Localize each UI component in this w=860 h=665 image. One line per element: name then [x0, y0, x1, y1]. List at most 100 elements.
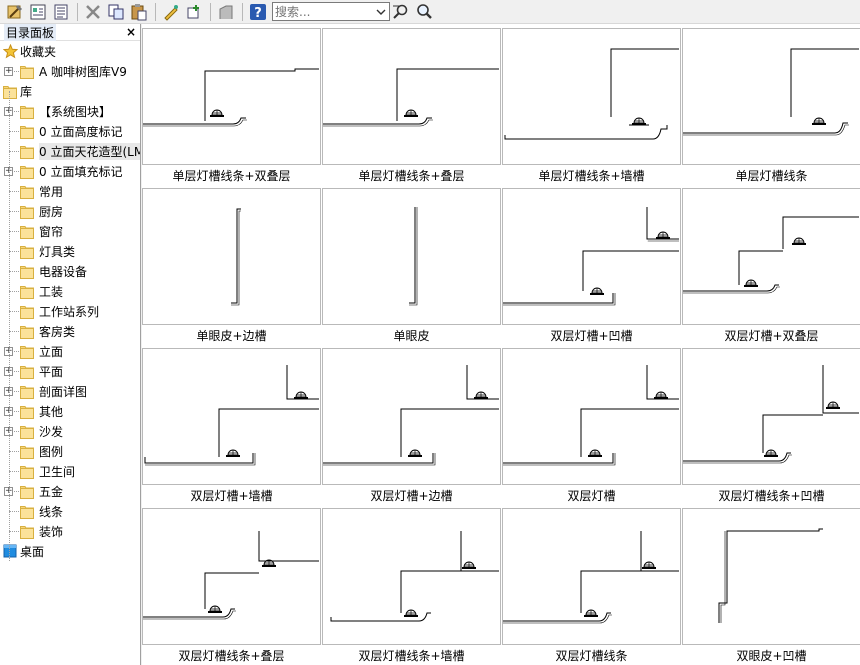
- tree-connector: [9, 251, 19, 252]
- block-caption: 双眼皮+凹槽: [736, 649, 807, 663]
- cad-section-drawing: [330, 531, 499, 622]
- tree-item-label: 客房类: [39, 324, 76, 339]
- tree-item[interactable]: 线条: [0, 501, 140, 521]
- cad-section-drawing: [503, 531, 679, 624]
- pen-icon: [162, 3, 180, 21]
- tree-item[interactable]: + 剖面详图: [0, 381, 140, 401]
- tree-item[interactable]: 窗帘: [0, 221, 140, 241]
- delete-button[interactable]: [82, 1, 104, 23]
- block-item[interactable]: 双层灯槽线条+凹槽: [682, 348, 860, 508]
- block-thumbnail: [502, 188, 681, 325]
- search-input[interactable]: [273, 3, 373, 20]
- tree-item-label: 窗帘: [39, 224, 64, 239]
- tree-item-label: 剖面详图: [39, 384, 88, 399]
- tree-connector: [9, 531, 19, 532]
- help-button[interactable]: ?: [247, 1, 269, 23]
- search-dropdown-button[interactable]: [373, 3, 389, 20]
- star-icon: [2, 43, 19, 59]
- block-item[interactable]: 双层灯槽: [502, 348, 681, 508]
- block-item[interactable]: 双层灯槽+双叠层: [682, 188, 860, 348]
- tree-item[interactable]: 图例: [0, 441, 140, 461]
- toolbar-separator: [242, 2, 243, 21]
- paste-button[interactable]: [128, 1, 150, 23]
- tree-connector: [9, 151, 19, 152]
- block-item[interactable]: 单眼皮: [322, 188, 501, 348]
- shape-icon: [217, 3, 235, 21]
- block-caption: 单层灯槽线条+墙槽: [538, 169, 645, 183]
- tree-item[interactable]: + 五金: [0, 481, 140, 501]
- block-item[interactable]: 双层灯槽+边槽: [322, 348, 501, 508]
- tree-item[interactable]: 装饰: [0, 521, 140, 541]
- block-item[interactable]: 双层灯槽+墙槽: [142, 348, 321, 508]
- tree-item[interactable]: + 沙发: [0, 421, 140, 441]
- tree-connector: [9, 471, 19, 472]
- panel-close-button[interactable]: ×: [126, 25, 136, 39]
- zoom-button[interactable]: [413, 1, 435, 23]
- tree-item-label: 平面: [39, 364, 64, 379]
- cad-section-drawing: [683, 216, 859, 294]
- search-go-button[interactable]: [390, 1, 412, 23]
- add-button[interactable]: [183, 1, 205, 23]
- expand-toggle[interactable]: +: [4, 67, 13, 76]
- tree-item[interactable]: 厨房: [0, 201, 140, 221]
- tree-connector: [9, 191, 19, 192]
- folder-icon: [20, 484, 34, 499]
- block-caption: 双层灯槽+边槽: [370, 489, 453, 503]
- tree-item[interactable]: 0 立面高度标记: [0, 121, 140, 141]
- cad-section-drawing: [503, 207, 679, 306]
- tree-item[interactable]: 库: [0, 81, 140, 101]
- block-manager-button[interactable]: [27, 1, 49, 23]
- folder-icon: [20, 124, 34, 139]
- insert-block-button[interactable]: [4, 1, 26, 23]
- tree-item[interactable]: + 平面: [0, 361, 140, 381]
- tree-connector: [9, 451, 19, 452]
- block-item[interactable]: 双层灯槽线条+墙槽: [322, 508, 501, 665]
- block-thumbnail: [142, 28, 321, 165]
- block-caption: 单层灯槽线条: [735, 169, 808, 183]
- block-item[interactable]: 双层灯槽线条: [502, 508, 681, 665]
- directory-panel: 目录面板 × 收藏夹 + A 咖啡树图库V9 库 + 【系统图块】 0 立面高度标记 0 立面…: [0, 24, 141, 665]
- block-item[interactable]: 双层灯槽线条+叠层: [142, 508, 321, 665]
- tree-item[interactable]: 桌面: [0, 541, 140, 561]
- block-item[interactable]: 单层灯槽线条: [682, 28, 860, 188]
- tree-item[interactable]: + 【系统图块】: [0, 101, 140, 121]
- tree-item[interactable]: + 其他: [0, 401, 140, 421]
- copy-button[interactable]: [105, 1, 127, 23]
- folder-icon: [20, 144, 34, 159]
- cad-section-drawing: [503, 365, 679, 466]
- block-caption: 单层灯槽线条+双叠层: [172, 169, 291, 183]
- tree-item[interactable]: + A 咖啡树图库V9: [0, 61, 140, 81]
- edit-button[interactable]: [160, 1, 182, 23]
- folder-icon: [20, 404, 34, 419]
- tree-item[interactable]: 收藏夹: [0, 41, 140, 61]
- block-thumbnail: [502, 508, 681, 645]
- folder-icon: [20, 244, 34, 259]
- desktop-icon: [3, 544, 17, 559]
- tree-item[interactable]: 常用: [0, 181, 140, 201]
- block-item[interactable]: 双层灯槽+凹槽: [502, 188, 681, 348]
- block-item[interactable]: 单层灯槽线条+叠层: [322, 28, 501, 188]
- tree-item[interactable]: 工作站系列: [0, 301, 140, 321]
- block-item[interactable]: 单眼皮+边槽: [142, 188, 321, 348]
- folder-icon: [20, 104, 34, 119]
- block-item[interactable]: 双眼皮+凹槽: [682, 508, 860, 665]
- folder-icon: [20, 364, 34, 379]
- tree-item[interactable]: 灯具类: [0, 241, 140, 261]
- tree-item[interactable]: 工装: [0, 281, 140, 301]
- shape-button[interactable]: [215, 1, 237, 23]
- tree-item-label: 卫生间: [39, 464, 76, 479]
- block-item[interactable]: 单层灯槽线条+墙槽: [502, 28, 681, 188]
- tree-item[interactable]: +0 立面填充标记: [0, 161, 140, 181]
- block-caption: 双层灯槽: [567, 489, 616, 503]
- folder-icon: [20, 204, 34, 219]
- tree-item[interactable]: + 立面: [0, 341, 140, 361]
- magnifier-icon: [415, 3, 433, 21]
- tree-item[interactable]: 电器设备: [0, 261, 140, 281]
- list-view-button[interactable]: [50, 1, 72, 23]
- tree-item[interactable]: 客房类: [0, 321, 140, 341]
- add-icon: [185, 3, 203, 21]
- block-item[interactable]: 单层灯槽线条+双叠层: [142, 28, 321, 188]
- tree-item[interactable]: 0 立面天花造型(LM: [0, 141, 140, 161]
- block-caption: 双层灯槽线条+墙槽: [358, 649, 465, 663]
- tree-item[interactable]: 卫生间: [0, 461, 140, 481]
